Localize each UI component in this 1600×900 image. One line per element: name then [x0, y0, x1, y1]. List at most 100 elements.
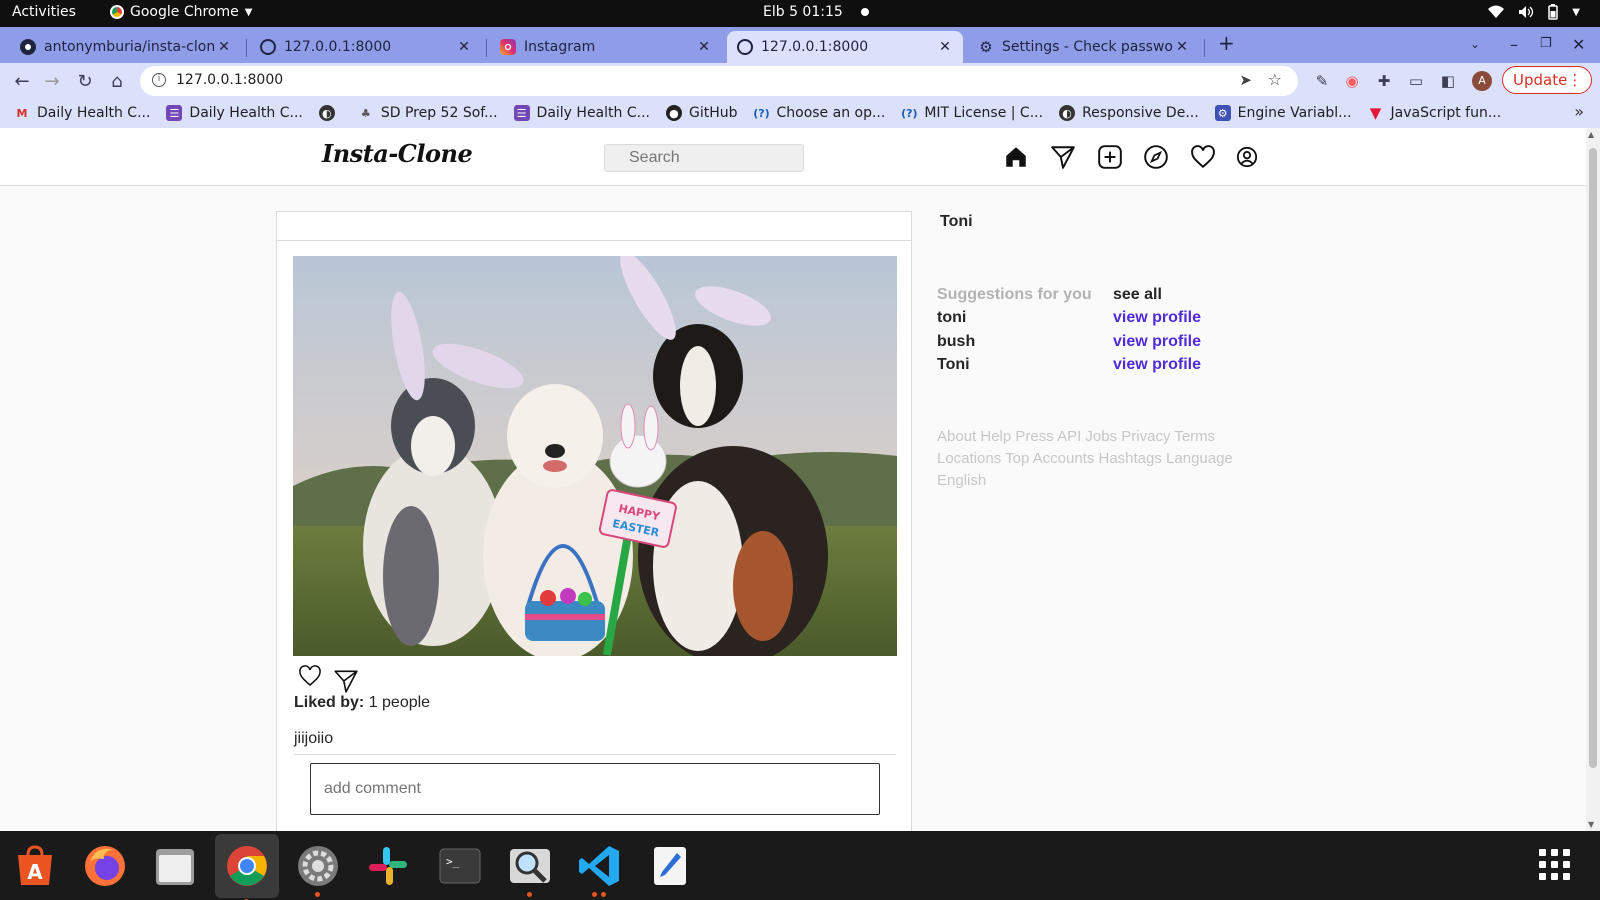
current-username[interactable]: Toni: [940, 213, 973, 231]
scroll-down-icon[interactable]: ▼: [1588, 820, 1594, 829]
new-tab-button[interactable]: +: [1218, 31, 1235, 55]
dock-slack[interactable]: [363, 841, 413, 891]
bookmark-item[interactable]: ☰ Daily Health C...: [513, 105, 650, 121]
form-icon: ☰: [166, 105, 183, 121]
see-all-link[interactable]: see all: [1113, 286, 1162, 304]
close-window-button[interactable]: ✕: [1572, 35, 1585, 54]
heart-activity-icon[interactable]: [1190, 144, 1216, 170]
search-input[interactable]: [604, 144, 804, 172]
question-icon: (?): [753, 106, 770, 120]
minimize-button[interactable]: –: [1510, 35, 1518, 54]
close-icon[interactable]: ✕: [1174, 39, 1190, 55]
site-logo[interactable]: Insta-Clone: [322, 139, 473, 168]
bookmark-item[interactable]: ▼ JavaScript fun...: [1368, 104, 1502, 122]
view-profile-link[interactable]: view profile: [1113, 333, 1201, 351]
tab-instagram[interactable]: Instagram ✕: [490, 31, 722, 63]
extensions-puzzle-icon[interactable]: ✚: [1374, 71, 1394, 91]
liked-by-label: Liked by:: [294, 694, 365, 711]
firefox-icon: [85, 846, 125, 886]
tab-localhost-1[interactable]: 127.0.0.1:8000 ✕: [250, 31, 482, 63]
cast-icon[interactable]: ▭: [1406, 71, 1426, 91]
tab-github-repo[interactable]: antonymburia/insta-clone ✕: [10, 31, 242, 63]
tab-localhost-active[interactable]: 127.0.0.1:8000 ✕: [727, 31, 963, 63]
github-icon: ●: [665, 105, 682, 121]
bookmark-item[interactable]: ◐ Responsive De...: [1059, 105, 1199, 121]
like-heart-icon[interactable]: [297, 664, 323, 688]
suggestions-title: Suggestions for you: [937, 285, 1092, 303]
page-scrollbar[interactable]: ▲ ▼: [1586, 128, 1600, 831]
close-icon[interactable]: ✕: [216, 39, 232, 55]
bookmark-label: JavaScript fun...: [1390, 105, 1502, 121]
activities-button[interactable]: Activities: [12, 4, 76, 20]
update-button[interactable]: Update ⋮: [1502, 66, 1592, 94]
bookmark-star-icon[interactable]: ☆: [1268, 70, 1282, 89]
system-tray[interactable]: ▼: [1488, 4, 1580, 20]
footer-links: About Help Press API Jobs Privacy Terms …: [937, 426, 1247, 492]
tab-settings[interactable]: ⚙ Settings - Check passwords ✕: [968, 31, 1200, 63]
dock-image-viewer[interactable]: [505, 841, 555, 897]
suggestion-item: Toni view profile: [937, 354, 1237, 378]
direct-message-icon[interactable]: [1050, 144, 1076, 170]
eyedropper-extension-icon[interactable]: ✎: [1312, 71, 1332, 91]
update-label: Update: [1513, 71, 1568, 89]
bookmark-item[interactable]: ⚙ Engine Variabl...: [1214, 105, 1352, 121]
bookmark-item[interactable]: ♣ SD Prep 52 Sof...: [358, 105, 498, 121]
bookmark-item[interactable]: (?) MIT License | C...: [901, 105, 1043, 121]
record-extension-icon[interactable]: ◉: [1342, 71, 1362, 91]
app-menu[interactable]: Google Chrome ▼: [110, 4, 252, 20]
close-icon[interactable]: ✕: [456, 39, 472, 55]
share-icon[interactable]: ➤: [1239, 71, 1252, 89]
dock-terminal[interactable]: >_: [435, 841, 485, 891]
tab-search-chevron-icon[interactable]: ⌄: [1470, 37, 1480, 51]
footer-line[interactable]: Locations Top Accounts Hashtags Language: [937, 448, 1247, 470]
show-applications-icon[interactable]: [1539, 849, 1570, 880]
bookmark-item[interactable]: ☰ Daily Health C...: [166, 105, 303, 121]
tab-title: 127.0.0.1:8000: [284, 39, 392, 55]
likes-count: Liked by: 1 people: [294, 694, 430, 712]
dock-firefox[interactable]: [80, 841, 130, 891]
dock-files[interactable]: [150, 841, 200, 891]
home-icon[interactable]: [1003, 144, 1029, 170]
bookmark-item[interactable]: (?) Choose an op...: [753, 105, 885, 121]
forward-button[interactable]: →: [40, 69, 64, 93]
globe-icon: [260, 39, 276, 55]
footer-line[interactable]: English: [937, 470, 1247, 492]
post-actions: [297, 664, 359, 694]
dock-vscode[interactable]: [575, 841, 625, 897]
bookmark-label: MIT License | C...: [924, 105, 1044, 121]
close-icon[interactable]: ✕: [696, 39, 712, 55]
explore-compass-icon[interactable]: [1143, 144, 1169, 170]
scroll-up-icon[interactable]: ▲: [1588, 130, 1594, 139]
home-button[interactable]: ⌂: [105, 69, 129, 93]
info-icon[interactable]: i: [152, 73, 166, 87]
view-profile-link[interactable]: view profile: [1113, 356, 1201, 374]
power-menu-chevron-icon: ▼: [1572, 6, 1580, 18]
reload-button[interactable]: ↻: [73, 69, 97, 93]
bookmark-item[interactable]: ● GitHub: [665, 105, 737, 121]
post-image[interactable]: HAPPY EASTER: [293, 256, 897, 656]
back-button[interactable]: ←: [10, 69, 34, 93]
profile-icon[interactable]: [1236, 146, 1258, 168]
chrome-icon: [110, 5, 124, 19]
maximize-button[interactable]: ❐: [1540, 36, 1552, 51]
dock-settings[interactable]: [293, 841, 343, 897]
dock-text-editor[interactable]: [645, 841, 695, 891]
bookmark-label: Daily Health C...: [37, 105, 151, 121]
comment-input[interactable]: [310, 763, 880, 815]
dock-app-store[interactable]: A: [10, 841, 60, 891]
bookmark-item[interactable]: ◐: [318, 105, 342, 121]
close-icon[interactable]: ✕: [937, 39, 953, 55]
view-profile-link[interactable]: view profile: [1113, 309, 1201, 327]
bookmark-item[interactable]: M Daily Health C...: [14, 105, 151, 121]
profile-avatar[interactable]: A: [1472, 71, 1492, 91]
share-post-icon[interactable]: [333, 668, 359, 694]
side-panel-icon[interactable]: ◧: [1438, 71, 1458, 91]
clock[interactable]: Elb 5 01:15: [763, 4, 869, 20]
bookmark-label: Choose an op...: [776, 105, 886, 121]
dock-chrome[interactable]: [215, 834, 279, 900]
address-bar[interactable]: i 127.0.0.1:8000 ➤ ☆: [140, 66, 1298, 96]
more-bookmarks-icon[interactable]: »: [1574, 102, 1584, 121]
footer-line[interactable]: About Help Press API Jobs Privacy Terms: [937, 426, 1247, 448]
scrollbar-thumb[interactable]: [1589, 148, 1597, 768]
new-post-icon[interactable]: [1097, 144, 1123, 170]
